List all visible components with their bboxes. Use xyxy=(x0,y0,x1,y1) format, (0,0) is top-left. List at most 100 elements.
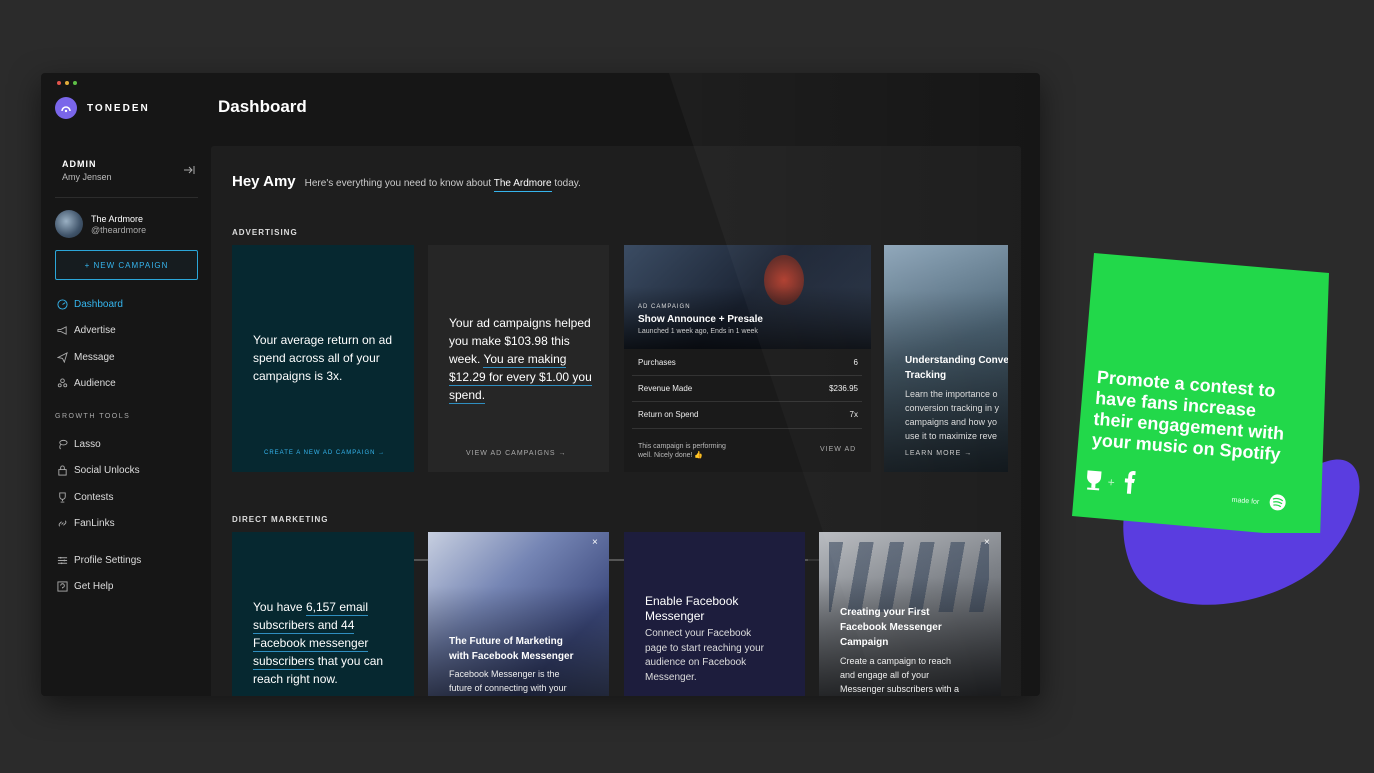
messenger-count-link[interactable]: Facebook messenger xyxy=(253,636,369,652)
subscribers-text-part: subscribers and 44 xyxy=(253,618,355,634)
subscribers-text-part: reach right now. xyxy=(253,672,338,686)
lock-icon xyxy=(56,464,68,476)
page-title: Dashboard xyxy=(218,97,307,116)
sidebar-item-label: Contests xyxy=(74,491,114,503)
article-title: The Future of Marketing with Facebook Me… xyxy=(449,634,573,664)
enable-messenger-body: Connect your Facebook page to start reac… xyxy=(645,627,764,685)
venue-link[interactable]: The Ardmore xyxy=(493,178,552,192)
spotify-contest-promo: Promote a contest to have fans increase … xyxy=(1072,253,1329,533)
article-body: Learn the importance o conversion tracki… xyxy=(905,387,999,443)
sidebar-item-fanlinks[interactable]: FanLinks xyxy=(56,517,206,529)
subscribers-card: You have 6,157 email subscribers and 44 … xyxy=(232,532,414,696)
sidebar-item-advertise[interactable]: Advertise xyxy=(56,324,206,336)
enable-messenger-title: Enable Facebook Messenger xyxy=(645,594,738,624)
view-ad-link[interactable]: VIEW AD xyxy=(820,446,856,453)
sidebar-item-social-unlocks[interactable]: Social Unlocks xyxy=(56,464,206,476)
dashboard-icon xyxy=(56,298,68,310)
sidebar-item-profile-settings[interactable]: Profile Settings xyxy=(56,554,206,566)
article-card-conversion-tracking[interactable]: Understanding Conve Tracking Learn the i… xyxy=(884,245,1008,472)
campaign-card[interactable]: AD CAMPAIGN Show Announce + Presale Laun… xyxy=(624,245,871,472)
brand-logo[interactable]: TONEDEN xyxy=(55,97,150,119)
article-body-line: Create a campaign to reach xyxy=(840,656,952,666)
sidebar-item-message[interactable]: Message xyxy=(56,351,206,363)
sliders-icon xyxy=(56,554,68,566)
sidebar-item-audience[interactable]: Audience xyxy=(56,377,206,389)
advertising-heading: ADVERTISING xyxy=(232,228,298,237)
create-ad-campaign-link[interactable]: CREATE A NEW AD CAMPAIGN → xyxy=(264,450,385,456)
article-title-line2: Facebook Messenger xyxy=(840,622,942,633)
admin-name: Amy Jensen xyxy=(62,172,112,182)
close-icon[interactable]: × xyxy=(592,537,598,548)
article-body-line: Learn the importance o xyxy=(905,389,998,399)
sidebar-item-dashboard[interactable]: Dashboard xyxy=(56,298,206,310)
paper-plane-icon xyxy=(56,351,68,363)
article-body-line: Messenger subscribers with a xyxy=(840,684,960,694)
campaign-tag: AD CAMPAIGN xyxy=(638,304,691,310)
stat-divider xyxy=(632,428,862,429)
sidebar-item-label: Social Unlocks xyxy=(74,464,140,476)
sidebar-item-lasso[interactable]: Lasso xyxy=(56,438,206,450)
article-body-line: and engage all of your xyxy=(840,670,930,680)
article-title-line2: Tracking xyxy=(905,370,947,381)
admin-title: ADMIN xyxy=(62,159,97,169)
article-card-future-marketing[interactable]: × The Future of Marketing with Facebook … xyxy=(428,532,609,696)
article-title: Creating your First Facebook Messenger C… xyxy=(840,605,942,650)
greeting-subtitle: Here's everything you need to know about… xyxy=(304,178,581,192)
stat-revenue: Revenue Made $236.95 xyxy=(638,384,858,393)
enable-messenger-title-line2: Messenger xyxy=(645,609,705,623)
article-title-line1: Creating your First xyxy=(840,607,930,618)
email-count-link[interactable]: 6,157 email xyxy=(305,600,368,616)
campaign-meta: Launched 1 week ago, Ends in 1 week xyxy=(638,328,758,335)
stat-label: Return on Spend xyxy=(638,410,699,419)
article-card-first-messenger-campaign[interactable]: × Creating your First Facebook Messenger… xyxy=(819,532,1001,696)
link-icon xyxy=(56,517,68,529)
article-title-line2: with Facebook Messenger xyxy=(449,651,574,662)
subscribers-text-part: You have xyxy=(253,600,306,614)
lasso-icon xyxy=(56,438,68,450)
article-body-line: conversion tracking in y xyxy=(905,403,1000,413)
article-body-line: campaigns and how yo xyxy=(905,417,998,427)
greeting-title: Hey Amy xyxy=(232,173,296,190)
growth-tools-heading: GROWTH TOOLS xyxy=(55,413,131,420)
sidebar-item-label: FanLinks xyxy=(74,517,115,529)
article-title-line3: Campaign xyxy=(840,637,889,648)
ad-summary-text: Your ad campaigns helped you make $103.9… xyxy=(449,314,594,404)
greeting-text: Here's everything you need to know about xyxy=(304,178,492,189)
view-ad-campaigns-link[interactable]: VIEW AD CAMPAIGNS → xyxy=(466,450,567,457)
article-body-line: use it to maximize reve xyxy=(905,431,998,441)
sidebar-item-label: Get Help xyxy=(74,580,114,592)
article-title-line1: Understanding Conve xyxy=(905,355,1008,366)
logout-icon[interactable] xyxy=(182,163,196,177)
campaign-title: Show Announce + Presale xyxy=(638,314,763,325)
toneden-logo-icon xyxy=(55,97,77,119)
account-handle: @theardmore xyxy=(91,224,147,235)
stat-value: $236.95 xyxy=(829,384,858,393)
sidebar-item-contests[interactable]: Contests xyxy=(56,491,206,503)
enable-messenger-body-line: page to start reaching your xyxy=(645,642,764,654)
campaign-note: This campaign is performing well. Nicely… xyxy=(638,442,726,460)
sidebar-item-get-help[interactable]: Get Help xyxy=(56,580,206,592)
article-body-line: future of connecting with your xyxy=(449,683,567,693)
enable-messenger-body-line: Messenger. xyxy=(645,671,697,683)
people-icon xyxy=(56,377,68,389)
greeting-text-end: today. xyxy=(554,178,581,189)
campaign-note-line2: well. Nicely done! 👍 xyxy=(638,452,704,459)
campaign-note-line1: This campaign is performing xyxy=(638,443,726,450)
sidebar-item-label: Dashboard xyxy=(74,298,123,310)
stat-purchases: Purchases 6 xyxy=(638,358,858,367)
new-campaign-button[interactable]: + NEW CAMPAIGN xyxy=(55,250,198,280)
learn-more-link[interactable]: LEARN MORE → xyxy=(905,450,972,457)
subscribers-text: You have 6,157 email subscribers and 44 … xyxy=(253,598,408,688)
close-icon[interactable]: × xyxy=(984,537,990,548)
article-body: Facebook Messenger is the future of conn… xyxy=(449,667,567,695)
brand-name: TONEDEN xyxy=(87,102,150,114)
ad-return-card: Your average return on ad spend across a… xyxy=(232,245,414,472)
subscribers-text-part: subscribers xyxy=(253,654,315,670)
stat-value: 7x xyxy=(849,410,858,419)
sidebar-item-label: Audience xyxy=(74,377,116,389)
promo-plus: + xyxy=(1107,475,1115,490)
enable-messenger-card[interactable]: Enable Facebook Messenger Connect your F… xyxy=(624,532,805,696)
account-switcher[interactable]: The Ardmore @theardmore xyxy=(55,210,146,238)
stat-divider xyxy=(632,375,862,376)
ad-return-text: Your average return on ad spend across a… xyxy=(253,333,392,383)
